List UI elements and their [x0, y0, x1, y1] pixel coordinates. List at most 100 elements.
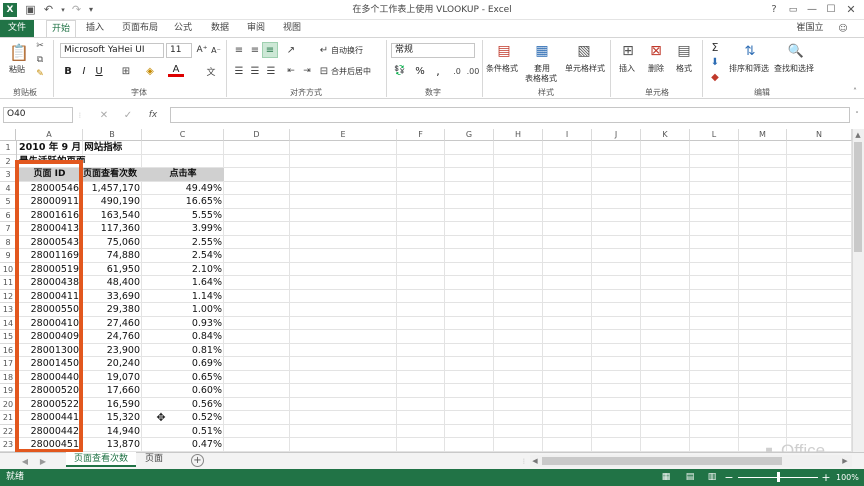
align-bottom-icon[interactable]: ≡ [262, 42, 278, 58]
column-header-i[interactable]: I [543, 129, 592, 141]
tab-file[interactable]: 文件 [0, 20, 34, 37]
tab-split-icon[interactable]: ⋮ [520, 455, 528, 467]
row-header-18[interactable]: 18 [0, 371, 16, 384]
next-sheet-icon[interactable]: ▶ [38, 455, 48, 467]
font-size-select[interactable]: 11 [166, 43, 192, 58]
sheet-tab-pages[interactable]: 页面 [138, 452, 170, 467]
row-header-1[interactable]: 1 [0, 141, 16, 155]
ctr-cell[interactable]: 0.60% [142, 384, 222, 398]
tab-view[interactable]: 视图 [277, 20, 307, 37]
select-all-corner[interactable] [0, 129, 16, 141]
row-header-5[interactable]: 5 [0, 195, 16, 209]
cell-styles-icon[interactable]: ▧ [574, 41, 594, 61]
format-as-table-label-1[interactable]: 套用 [534, 64, 550, 74]
copy-icon[interactable]: ⧉ [35, 55, 45, 65]
ctr-cell[interactable]: 0.84% [142, 330, 222, 344]
row-header-11[interactable]: 11 [0, 276, 16, 290]
page-views-cell[interactable]: 1,457,170 [83, 182, 140, 196]
cancel-icon[interactable]: ✕ [98, 109, 110, 121]
column-header-d[interactable]: D [224, 129, 290, 141]
row-header-12[interactable]: 12 [0, 290, 16, 303]
format-as-table-icon[interactable]: ▦ [532, 41, 552, 61]
row-header-4[interactable]: 4 [0, 182, 16, 195]
column-header-a[interactable]: A [16, 129, 83, 141]
insert-cells-label[interactable]: 插入 [619, 64, 635, 74]
fill-color-icon[interactable]: ◈ [142, 65, 158, 77]
page-views-cell[interactable]: 33,690 [83, 290, 140, 304]
user-name[interactable]: 崔国立 [790, 20, 830, 37]
paste-label[interactable]: 粘贴 [9, 65, 25, 75]
align-middle-icon[interactable]: ≡ [248, 44, 262, 56]
horizontal-scroll-thumb[interactable] [542, 457, 782, 465]
header-ctr[interactable]: 点击率 [142, 168, 224, 182]
ctr-cell[interactable]: 1.00% [142, 303, 222, 317]
tab-home[interactable]: 开始 [46, 20, 76, 37]
scroll-right-icon[interactable]: ▶ [840, 455, 850, 467]
page-views-cell[interactable]: 27,460 [83, 317, 140, 331]
page-views-cell[interactable]: 490,190 [83, 195, 140, 209]
ctr-cell[interactable]: 2.55% [142, 236, 222, 250]
zoom-out-icon[interactable]: − [724, 471, 734, 484]
insert-cells-icon[interactable]: ⊞ [618, 41, 638, 61]
page-views-cell[interactable]: 17,660 [83, 384, 140, 398]
maximize-icon[interactable]: ☐ [825, 3, 837, 16]
ctr-cell[interactable]: 0.51% [142, 425, 222, 439]
find-select-label[interactable]: 查找和选择 [774, 64, 814, 74]
column-header-c[interactable]: C [142, 129, 224, 141]
bold-icon[interactable]: B [62, 65, 74, 77]
page-views-cell[interactable]: 75,060 [83, 236, 140, 250]
row-header-20[interactable]: 20 [0, 398, 16, 411]
row-header-9[interactable]: 9 [0, 249, 16, 263]
clear-icon[interactable]: ◆ [708, 71, 722, 83]
zoom-level[interactable]: 100% [836, 470, 859, 485]
sort-filter-icon[interactable]: ⇅ [740, 41, 760, 61]
ctr-cell[interactable]: 0.93% [142, 317, 222, 331]
autosum-icon[interactable]: Σ [708, 41, 722, 54]
page-views-cell[interactable]: 24,760 [83, 330, 140, 344]
number-format-select[interactable]: 常规 [391, 43, 475, 58]
page-views-cell[interactable]: 48,400 [83, 276, 140, 290]
orientation-icon[interactable]: ↗ [284, 44, 298, 56]
merge-center-icon[interactable]: ⊟ [318, 65, 330, 77]
column-header-h[interactable]: H [494, 129, 543, 141]
page-views-cell[interactable]: 117,360 [83, 222, 140, 236]
page-views-cell[interactable]: 14,940 [83, 425, 140, 439]
increase-decimal-icon[interactable]: .0 [450, 65, 464, 77]
ctr-cell[interactable]: 0.47% [142, 438, 222, 452]
tab-formulas[interactable]: 公式 [168, 20, 198, 37]
row-header-14[interactable]: 14 [0, 317, 16, 330]
increase-font-icon[interactable]: A⁺ [196, 44, 208, 56]
ctr-cell[interactable]: 1.64% [142, 276, 222, 290]
percent-style-button[interactable]: % [414, 65, 426, 77]
page-views-cell[interactable]: 16,590 [83, 398, 140, 412]
format-painter-icon[interactable]: ✎ [35, 69, 45, 79]
conditional-format-icon[interactable]: ▤ [494, 41, 514, 61]
cell-styles-label[interactable]: 单元格样式 [565, 64, 605, 74]
tab-page-layout[interactable]: 页面布局 [117, 20, 163, 37]
font-color-icon[interactable]: A [168, 64, 184, 77]
row-header-21[interactable]: 21 [0, 411, 16, 425]
sheet-tab-page-views[interactable]: 页面查看次数 [66, 452, 136, 467]
column-header-e[interactable]: E [290, 129, 397, 141]
column-header-k[interactable]: K [641, 129, 690, 141]
delete-cells-label[interactable]: 删除 [648, 64, 664, 74]
row-header-6[interactable]: 6 [0, 209, 16, 222]
page-views-cell[interactable]: 20,240 [83, 357, 140, 371]
collapse-ribbon-icon[interactable]: ˄ [850, 86, 860, 96]
tab-review[interactable]: 审阅 [241, 20, 271, 37]
italic-icon[interactable]: I [78, 65, 90, 77]
cut-icon[interactable]: ✂ [35, 41, 45, 51]
ctr-cell[interactable]: 0.52% [142, 411, 222, 425]
align-right-icon[interactable]: ☰ [264, 65, 278, 77]
zoom-slider-thumb[interactable] [777, 472, 780, 482]
column-header-g[interactable]: G [445, 129, 494, 141]
fill-icon[interactable]: ⬇ [708, 56, 722, 68]
accounting-format-icon[interactable]: 💱 [392, 65, 408, 77]
column-header-n[interactable]: N [787, 129, 852, 141]
row-header-15[interactable]: 15 [0, 330, 16, 344]
decrease-decimal-icon[interactable]: .00 [466, 65, 480, 77]
phonetic-icon[interactable]: 文 [204, 65, 218, 78]
row-header-23[interactable]: 23 [0, 438, 16, 452]
column-header-f[interactable]: F [397, 129, 445, 141]
tab-data[interactable]: 数据 [205, 20, 235, 37]
